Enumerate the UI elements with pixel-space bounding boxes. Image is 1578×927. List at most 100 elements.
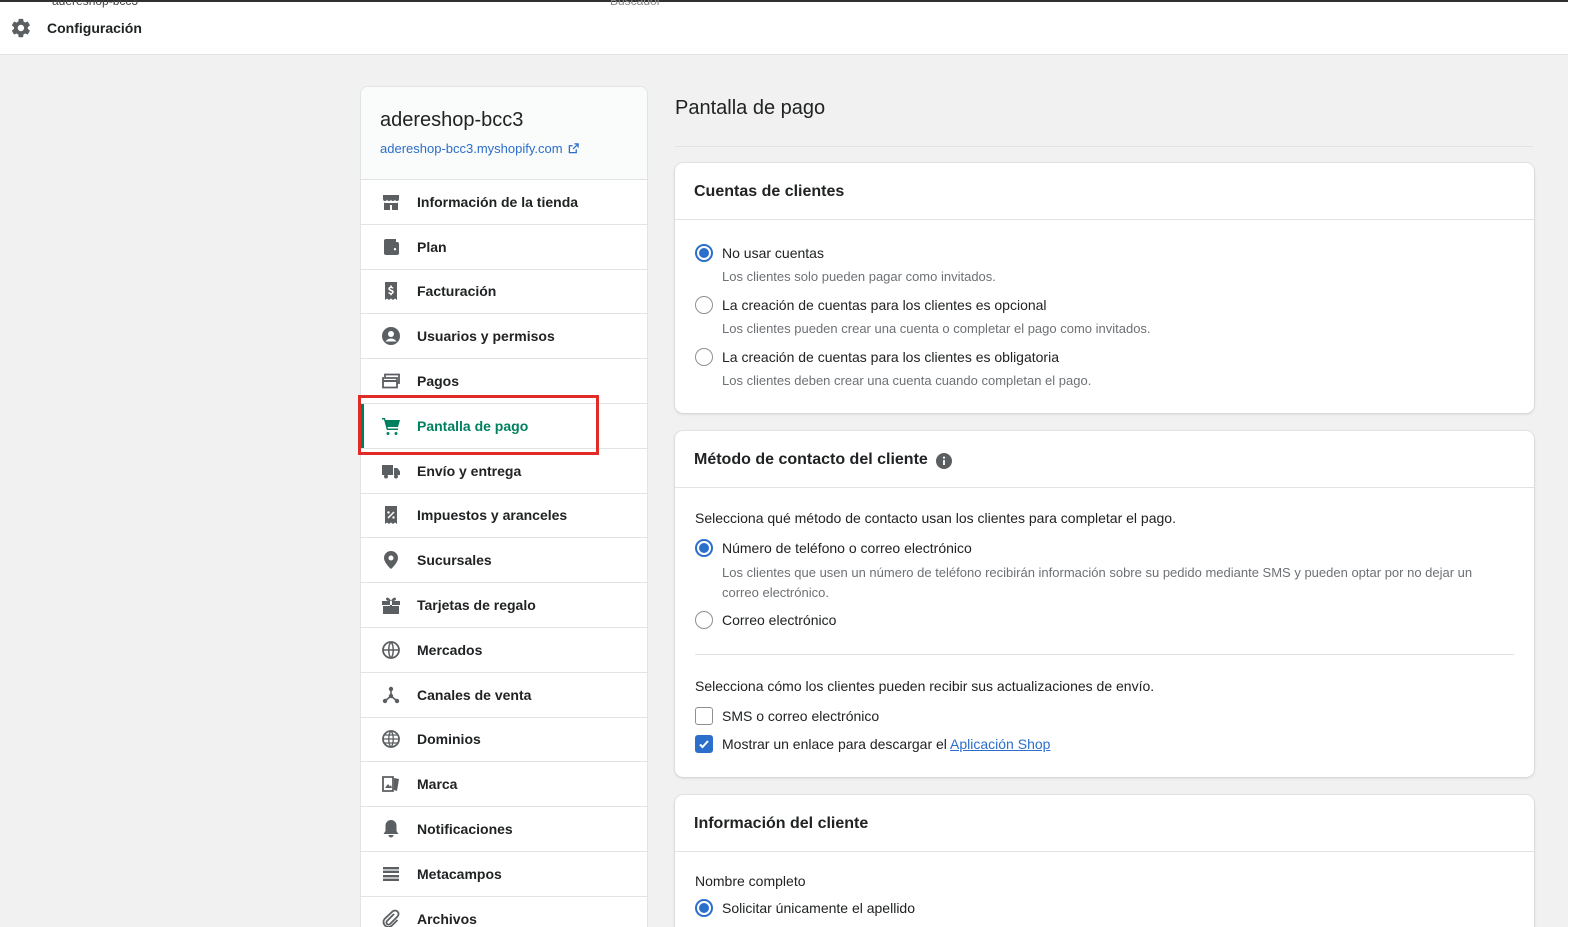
- contact-method-card: Método de contacto del cliente Seleccion…: [675, 431, 1534, 777]
- store-url-text[interactable]: adereshop-bcc3.myshopify.com: [380, 141, 563, 156]
- sidebar-item-label: Usuarios y permisos: [417, 328, 555, 345]
- domain-icon: [381, 729, 401, 749]
- option-label: Número de teléfono o correo electrónico: [722, 540, 972, 556]
- option-label-prefix: Mostrar un enlace para descargar el: [722, 736, 947, 752]
- radio-no-accounts[interactable]: No usar cuentas: [695, 244, 824, 262]
- sidebar-item-label: Sucursales: [417, 552, 492, 569]
- store-url-link[interactable]: adereshop-bcc3.myshopify.com: [380, 141, 627, 156]
- sidebar-item-label: Notificaciones: [417, 821, 513, 838]
- radio-phone-or-email[interactable]: Número de teléfono o correo electrónico: [695, 539, 972, 557]
- window-edge: [1568, 0, 1578, 927]
- sidebar-item-files[interactable]: Archivos: [361, 897, 647, 927]
- sidebar-item-sales-channels[interactable]: Canales de venta: [361, 673, 647, 718]
- sidebar-item-taxes[interactable]: Impuestos y aranceles: [361, 494, 647, 539]
- bell-icon: [381, 819, 401, 839]
- search-placeholder-cut: Buscador: [610, 0, 661, 8]
- option-help: Los clientes pueden crear una cuenta o c…: [722, 321, 1151, 336]
- sidebar-item-markets[interactable]: Mercados: [361, 628, 647, 673]
- full-name-label: Nombre completo: [695, 873, 806, 889]
- store-info-box: adereshop-bcc3 adereshop-bcc3.myshopify.…: [361, 87, 647, 180]
- sidebar-item-store-info[interactable]: Información de la tienda: [361, 180, 647, 225]
- brand-icon: [381, 774, 401, 794]
- option-label: Correo electrónico: [722, 612, 837, 628]
- sidebar-item-label: Facturación: [417, 283, 497, 300]
- user-icon: [381, 326, 401, 346]
- option-help: Los clientes deben crear una cuenta cuan…: [722, 373, 1092, 388]
- gear-icon: [11, 18, 30, 38]
- radio-button[interactable]: [695, 244, 713, 262]
- section-divider: [695, 654, 1514, 655]
- updates-intro: Selecciona cómo los clientes pueden reci…: [695, 678, 1155, 694]
- radio-email[interactable]: Correo electrónico: [695, 611, 836, 629]
- sidebar-item-label: Tarjetas de regalo: [417, 597, 536, 614]
- paperclip-icon: [381, 909, 401, 927]
- sidebar-item-label: Canales de venta: [417, 686, 532, 703]
- page-header-title: Configuración: [47, 20, 142, 36]
- sidebar-item-users[interactable]: Usuarios y permisos: [361, 314, 647, 360]
- radio-button[interactable]: [695, 296, 713, 314]
- location-icon: [381, 550, 401, 570]
- option-label: Solicitar únicamente el apellido: [722, 900, 915, 916]
- option-label: Mostrar un enlace para descargar el Apli…: [722, 736, 1050, 752]
- option-label: No usar cuentas: [722, 245, 824, 261]
- option-label: La creación de cuentas para los clientes…: [722, 297, 1047, 313]
- sidebar-item-label: Marca: [417, 776, 458, 793]
- page-title: Pantalla de pago: [675, 97, 826, 119]
- sidebar-item-label: Plan: [417, 238, 447, 255]
- sidebar-item-locations[interactable]: Sucursales: [361, 538, 647, 584]
- card-header: Método de contacto del cliente: [675, 431, 1534, 488]
- sidebar-item-metafields[interactable]: Metacampos: [361, 852, 647, 897]
- checkbox-sms-or-email[interactable]: SMS o correo electrónico: [695, 707, 879, 725]
- sidebar-item-billing[interactable]: Facturación: [361, 270, 647, 315]
- settings-sidebar: adereshop-bcc3 adereshop-bcc3.myshopify.…: [360, 86, 648, 927]
- checkbox[interactable]: [695, 735, 713, 753]
- shop-app-link[interactable]: Aplicación Shop: [950, 736, 1050, 752]
- sidebar-item-label: Dominios: [417, 731, 481, 748]
- channels-icon: [381, 685, 401, 705]
- option-label: SMS o correo electrónico: [722, 708, 880, 724]
- option-help: Los clientes solo pueden pagar como invi…: [722, 269, 996, 284]
- card-title: Método de contacto del cliente: [694, 451, 928, 468]
- sidebar-item-gift-cards[interactable]: Tarjetas de regalo: [361, 583, 647, 628]
- sidebar-item-domains[interactable]: Dominios: [361, 718, 647, 763]
- truck-icon: [381, 461, 401, 481]
- radio-accounts-required[interactable]: La creación de cuentas para los clientes…: [695, 348, 1059, 366]
- radio-accounts-optional[interactable]: La creación de cuentas para los clientes…: [695, 296, 1047, 314]
- card-title: Cuentas de clientes: [675, 163, 1534, 220]
- info-icon[interactable]: [935, 453, 952, 469]
- sidebar-item-label: Mercados: [417, 641, 483, 658]
- billing-icon: [381, 281, 401, 301]
- sidebar-item-notifications[interactable]: Notificaciones: [361, 807, 647, 852]
- sidebar-item-brand[interactable]: Marca: [361, 762, 647, 808]
- checkmark-icon: [699, 740, 709, 749]
- option-label: La creación de cuentas para los clientes…: [722, 349, 1059, 365]
- sidebar-item-shipping[interactable]: Envío y entrega: [361, 449, 647, 494]
- highlight-annotation: [358, 395, 599, 455]
- window-title-cut: adereshop-bcc3: [52, 0, 139, 8]
- radio-button[interactable]: [695, 539, 713, 557]
- globe-icon: [381, 640, 401, 660]
- tax-icon: [381, 505, 401, 525]
- sidebar-item-label: Información de la tienda: [417, 193, 579, 210]
- card-title: Información del cliente: [675, 795, 1534, 852]
- sidebar-item-label: Impuestos y aranceles: [417, 507, 568, 524]
- plan-icon: [381, 237, 401, 257]
- radio-button[interactable]: [695, 899, 713, 917]
- sidebar-item-plan[interactable]: Plan: [361, 225, 647, 270]
- store-name: adereshop-bcc3: [380, 109, 524, 131]
- customer-accounts-card: Cuentas de clientes No usar cuentas Los …: [675, 163, 1534, 413]
- metafields-icon: [381, 864, 401, 884]
- radio-button[interactable]: [695, 348, 713, 366]
- external-link-icon: [568, 143, 579, 154]
- customer-info-card: Información del cliente Nombre completo …: [675, 795, 1534, 927]
- checkbox-shop-app-link[interactable]: Mostrar un enlace para descargar el Apli…: [695, 735, 1050, 753]
- payments-icon: [381, 371, 401, 391]
- sidebar-item-label: Envío y entrega: [417, 462, 522, 479]
- sidebar-item-label: Metacampos: [417, 865, 502, 882]
- store-icon: [381, 192, 401, 212]
- checkbox[interactable]: [695, 707, 713, 725]
- radio-last-name-only[interactable]: Solicitar únicamente el apellido: [695, 899, 915, 917]
- radio-button[interactable]: [695, 611, 713, 629]
- contact-intro: Selecciona qué método de contacto usan l…: [695, 510, 1176, 526]
- sidebar-item-label: Archivos: [417, 910, 477, 927]
